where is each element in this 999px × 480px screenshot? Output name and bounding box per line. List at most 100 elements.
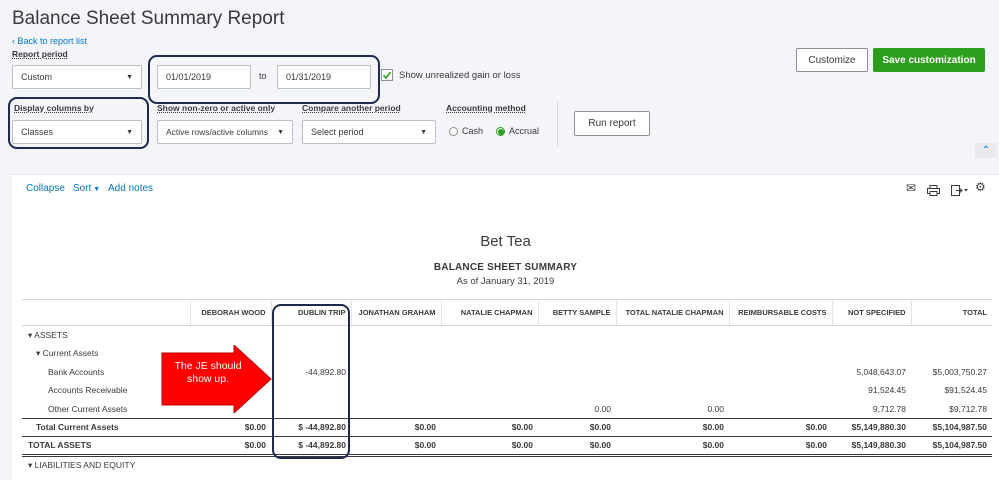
table-row: ▾ ASSETS [22,326,992,345]
run-report-button[interactable]: Run report [574,111,650,136]
table-cell[interactable]: 0.00 [616,400,729,419]
table-cell [441,381,538,400]
print-icon[interactable] [927,183,940,196]
caret-down-icon: ▼ [91,186,101,193]
table-cell [351,344,441,363]
table-cell [832,326,911,345]
cash-label: Cash [462,126,484,136]
table-cell [538,381,616,400]
unrealized-gain-label: Show unrealized gain or loss [399,70,521,81]
table-cell [911,455,992,474]
table-cell [616,326,729,345]
collapse-filters-button[interactable]: ⌃ [975,143,997,158]
table-cell [538,363,616,382]
customize-button[interactable]: Customize [796,48,868,72]
table-cell [616,363,729,382]
table-cell [441,326,538,345]
column-header[interactable]: BETTY SAMPLE [537,299,616,326]
table-row: Total Current Assets $0.00 $ -44,892.80 $0… [22,417,992,437]
column-header[interactable]: JONATHAN GRAHAM [350,299,441,326]
row-label[interactable]: ▾ LIABILITIES AND EQUITY [22,455,190,474]
table-cell: $0.00 [538,436,616,457]
table-cell [351,455,441,474]
report-period-select[interactable]: Custom ▼ [12,65,142,89]
report-panel: Collapse Sort ▼ Add notes ✉ ⚙ Bet Tea BA… [12,174,999,480]
table-cell: $0.00 [616,436,729,457]
table-cell [616,455,729,474]
table-cell: $0.00 [441,417,538,437]
compare-period-label: Compare another period [302,103,401,113]
row-label[interactable]: ▾ ASSETS [22,326,190,345]
table-cell [538,344,616,363]
table-cell[interactable]: 5,048,643.07 [832,363,911,382]
table-cell [616,381,729,400]
column-header[interactable]: NOT SPECIFIED [831,299,911,326]
table-cell [351,363,441,382]
table-cell: $0.00 [351,417,441,437]
caret-down-icon: ▼ [277,128,284,136]
row-label: TOTAL ASSETS [22,436,190,457]
table-cell [832,344,911,363]
report-period-value: Custom [21,72,53,82]
table-cell [729,344,832,363]
checkmark-icon [382,71,392,80]
table-cell [538,455,616,474]
nonzero-label: Show non-zero or active only [157,103,276,113]
table-cell [351,381,441,400]
column-header[interactable]: NATALIE CHAPMAN [440,299,538,326]
display-columns-highlight [8,97,149,149]
table-cell[interactable]: 9,712.78 [832,400,911,419]
report-subtitle: As of January 31, 2019 [456,276,555,287]
dublin-trip-highlight [272,304,350,459]
collapse-link[interactable]: Collapse [26,183,65,194]
cash-radio[interactable] [449,127,458,136]
column-header[interactable]: REIMBURSABLE COSTS [728,299,832,326]
table-cell[interactable]: $91,524.45 [911,381,992,400]
chevron-up-icon: ⌃ [981,145,991,156]
table-cell: $0.00 [190,417,271,437]
column-header[interactable]: TOTAL [910,299,992,326]
table-cell [190,455,271,474]
gear-icon[interactable]: ⚙ [975,180,986,194]
table-cell [538,326,616,345]
table-cell: $5,149,880.30 [832,417,911,437]
table-cell: $0.00 [729,417,832,437]
table-cell: $0.00 [729,436,832,457]
table-row: ▾ LIABILITIES AND EQUITY [22,455,992,474]
column-header[interactable]: TOTAL NATALIE CHAPMAN [615,299,729,326]
accrual-label: Accrual [509,126,540,136]
table-cell[interactable]: 91,524.45 [832,381,911,400]
table-cell [832,455,911,474]
table-cell [729,381,832,400]
compare-period-value: Select period [311,127,364,137]
table-cell [616,344,729,363]
company-name: Bet Tea [480,233,531,250]
back-to-report-list-link[interactable]: ‹ Back to report list [12,36,87,46]
save-customization-button[interactable]: Save customization [873,48,985,72]
table-cell[interactable]: $9,712.78 [911,400,992,419]
report-period-label: Report period [12,49,68,59]
nonzero-value: Active rows/active columns [166,127,269,137]
unrealized-gain-checkbox[interactable] [381,69,393,81]
accounting-method-label: Accounting method [446,103,526,113]
accrual-radio[interactable] [496,127,505,136]
row-label: Total Current Assets [22,417,190,437]
nonzero-select[interactable]: Active rows/active columns ▼ [157,120,293,144]
add-notes-link[interactable]: Add notes [108,183,153,194]
table-cell[interactable]: $5,003,750.27 [911,363,992,382]
sort-label: Sort [73,183,92,194]
sort-dropdown[interactable]: Sort ▼ [73,183,100,194]
table-cell[interactable]: 0.00 [538,400,616,419]
table-cell [911,326,992,345]
email-icon[interactable]: ✉ [906,181,916,195]
table-cell: $5,104,987.50 [911,417,992,437]
table-cell [729,455,832,474]
date-range-highlight [148,55,380,104]
export-icon[interactable] [951,183,969,196]
column-header[interactable]: DEBORAH WOOD [189,299,271,326]
table-cell: $0.00 [190,436,271,457]
table-cell: $5,149,880.30 [832,436,911,457]
compare-period-select[interactable]: Select period ▼ [302,120,436,144]
report-title: BALANCE SHEET SUMMARY [433,262,578,273]
table-cell [729,363,832,382]
